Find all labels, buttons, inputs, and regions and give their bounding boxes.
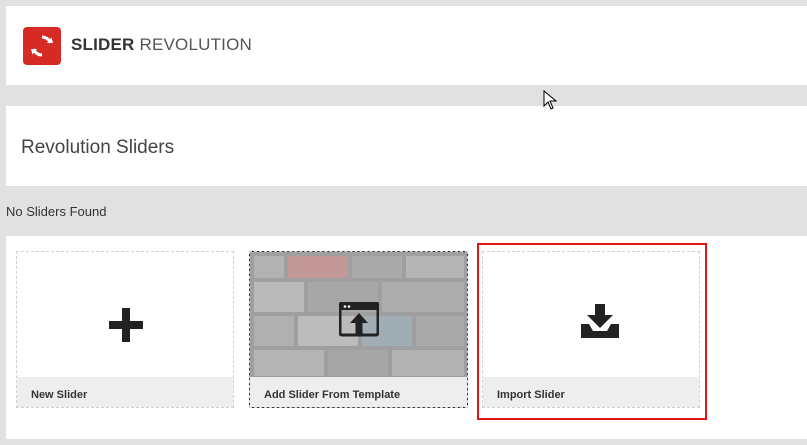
header-panel: SLIDER REVOLUTION [6, 6, 807, 85]
plus-icon [109, 308, 143, 342]
new-slider-card[interactable]: New Slider [16, 251, 234, 408]
page-title: Revolution Sliders [21, 137, 175, 158]
card-footer: Import Slider [483, 377, 699, 407]
import-slider-label: Import Slider [497, 389, 565, 401]
title-panel: Revolution Sliders [6, 106, 807, 186]
new-slider-label: New Slider [31, 389, 88, 401]
brand-bold: SLIDER [71, 35, 135, 54]
template-upload-icon [339, 302, 379, 337]
refresh-icon [31, 35, 53, 57]
card-footer: Add Slider From Template [250, 377, 467, 407]
brand-light: REVOLUTION [139, 35, 253, 54]
mouse-cursor-icon [543, 90, 557, 110]
add-slider-from-template-card[interactable]: Add Slider From Template [249, 251, 468, 408]
cards-panel: New Slider Add Slider From Template Impo… [6, 236, 807, 439]
import-download-icon [581, 304, 619, 338]
brand-name: SLIDER REVOLUTION [71, 35, 252, 55]
add-slider-from-template-label: Add Slider From Template [264, 389, 401, 401]
status-message: No Sliders Found [6, 204, 107, 219]
slider-revolution-logo[interactable] [23, 27, 61, 65]
import-slider-card[interactable]: Import Slider [482, 251, 700, 408]
card-footer: New Slider [17, 377, 233, 407]
